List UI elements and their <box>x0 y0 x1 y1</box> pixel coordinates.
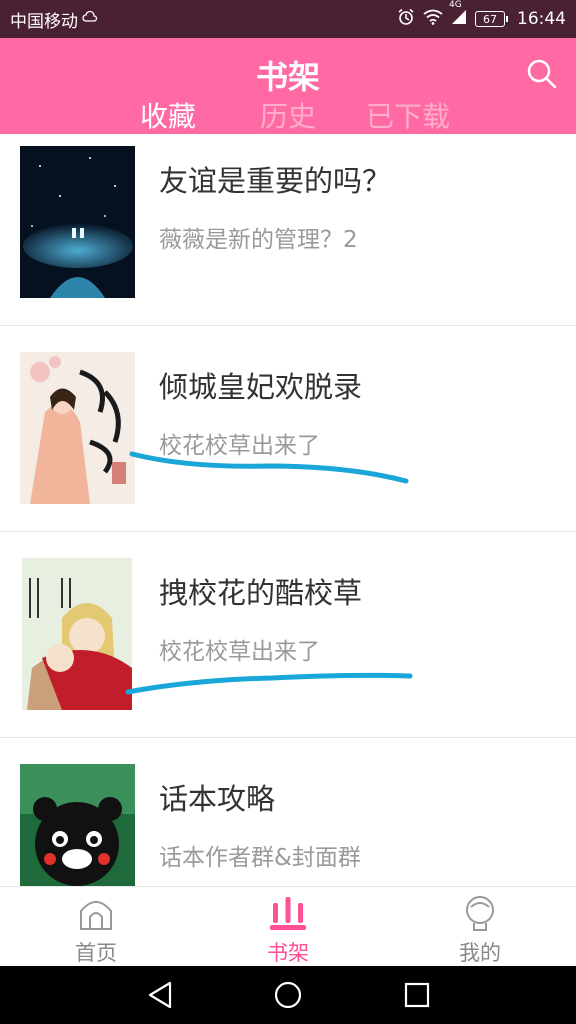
book-cover[interactable] <box>20 352 135 504</box>
nav-home[interactable]: 首页 <box>0 887 192 967</box>
book-cover[interactable] <box>20 764 135 886</box>
book-subtitle: 话本作者群&封面群 <box>159 845 361 871</box>
nav-home-label: 首页 <box>75 941 117 965</box>
cloud-icon <box>82 9 98 29</box>
list-item[interactable]: 拽校花的酷校草 校花校草出来了 <box>0 532 576 738</box>
list-item[interactable]: 友谊是重要的吗？ 薇薇是新的管理？2 <box>0 134 576 326</box>
list-item[interactable]: 话本攻略 话本作者群&封面群 <box>0 738 576 886</box>
nav-profile-label: 我的 <box>459 941 501 965</box>
app-header: 书架 收藏 历史 已下载 <box>0 38 576 134</box>
status-bar: 中国移动 4G 67 16:44 <box>0 0 576 38</box>
book-title: 倾城皇妃欢脱录 <box>159 370 363 404</box>
tab-bar: 收藏 历史 已下载 <box>0 100 576 134</box>
tab-history[interactable]: 历史 <box>260 100 316 134</box>
bookshelf-icon <box>270 895 306 931</box>
carrier-name: 中国移动 <box>10 11 78 32</box>
alarm-icon <box>397 8 415 31</box>
home-icon <box>78 895 114 931</box>
tab-favorites[interactable]: 收藏 <box>140 100 196 134</box>
nav-bookshelf[interactable]: 书架 <box>192 887 384 967</box>
book-subtitle: 薇薇是新的管理？2 <box>159 227 358 253</box>
bottom-nav: 首页 书架 我的 <box>0 886 576 966</box>
network-type: 4G <box>449 0 462 10</box>
search-icon[interactable] <box>526 58 558 90</box>
book-cover[interactable] <box>22 558 132 710</box>
profile-icon <box>462 895 498 931</box>
clock: 16:44 <box>517 9 566 29</box>
tab-downloaded[interactable]: 已下载 <box>366 100 450 134</box>
battery-level: 67 <box>483 12 497 26</box>
book-title: 拽校花的酷校草 <box>159 576 363 610</box>
wifi-icon <box>423 9 443 30</box>
signal-icon: 4G <box>449 0 467 30</box>
system-nav-bar <box>0 966 576 1024</box>
book-cover[interactable] <box>20 146 135 298</box>
nav-bookshelf-label: 书架 <box>267 941 309 965</box>
book-title: 友谊是重要的吗？ <box>159 164 392 198</box>
recents-icon[interactable] <box>402 980 432 1010</box>
nav-profile[interactable]: 我的 <box>384 887 576 967</box>
book-title: 话本攻略 <box>159 782 276 816</box>
list-item[interactable]: 倾城皇妃欢脱录 校花校草出来了 <box>0 326 576 532</box>
handwritten-underline <box>129 451 409 484</box>
carrier-group: 中国移动 <box>10 7 397 32</box>
handwritten-underline <box>125 672 413 695</box>
book-list: 友谊是重要的吗？ 薇薇是新的管理？2 倾城皇妃欢脱录 校花校草出来了 拽校花的酷… <box>0 134 576 886</box>
back-icon[interactable] <box>146 980 176 1010</box>
battery-icon: 67 <box>475 11 508 27</box>
page-title: 书架 <box>255 58 320 96</box>
home-circle-icon[interactable] <box>273 980 303 1010</box>
status-right: 4G 67 16:44 <box>397 0 566 31</box>
